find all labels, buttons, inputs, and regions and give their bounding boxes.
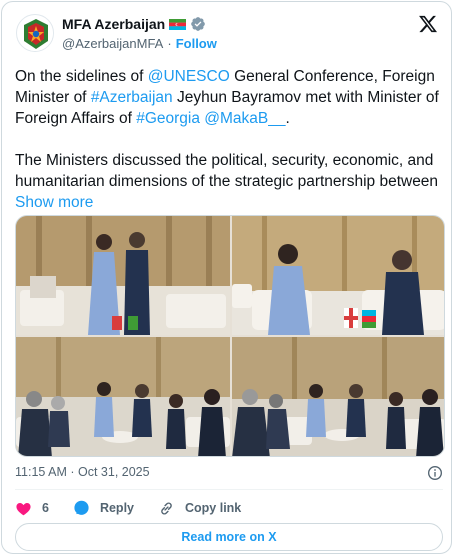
action-bar: 6 Reply Copy link — [15, 498, 265, 518]
reply-label: Reply — [99, 501, 134, 515]
x-logo-icon[interactable] — [418, 14, 438, 34]
account-handle-row: @AzerbaijanMFA · Follow — [62, 36, 217, 51]
link-icon — [161, 502, 172, 514]
like-button[interactable]: 6 — [15, 500, 49, 517]
like-count: 6 — [42, 501, 49, 515]
tweet-text: On the sidelines of @UNESCO General Conf… — [15, 66, 439, 213]
photo-grid — [15, 215, 445, 457]
tweet-paragraph-1: On the sidelines of @UNESCO General Conf… — [15, 66, 439, 129]
timestamp-row: 11:15 AM · Oct 31, 2025 — [15, 465, 443, 481]
reply-bubble-icon — [74, 500, 89, 515]
timestamp[interactable]: 11:15 AM · Oct 31, 2025 — [15, 465, 150, 479]
photo-delegation-angle[interactable] — [232, 337, 444, 456]
tweet-card: MFA Azerbaijan @AzerbaijanMFA · Follow O… — [1, 1, 452, 554]
mention-makab[interactable]: @MakaB__ — [204, 110, 285, 127]
photo-handshake[interactable] — [16, 216, 230, 335]
avatar[interactable] — [16, 14, 54, 52]
reply-button[interactable]: Reply — [73, 500, 134, 517]
divider — [15, 489, 443, 490]
account-name-row: MFA Azerbaijan — [62, 16, 206, 32]
info-icon[interactable] — [427, 465, 443, 481]
show-more-link[interactable]: Show more — [15, 194, 93, 211]
account-handle[interactable]: @AzerbaijanMFA — [62, 36, 163, 51]
verified-badge-icon — [191, 17, 206, 31]
hashtag-georgia[interactable]: #Georgia — [136, 110, 200, 127]
account-name[interactable]: MFA Azerbaijan — [62, 16, 165, 32]
photo-delegation-wide[interactable] — [16, 337, 230, 456]
azerbaijan-flag-icon — [169, 18, 187, 30]
text-segment: The Ministers discussed the political, s… — [15, 152, 439, 190]
read-more-button[interactable]: Read more on X — [15, 523, 443, 551]
copy-link-label: Copy link — [185, 501, 242, 515]
separator: · — [167, 36, 172, 51]
follow-button[interactable]: Follow — [176, 36, 217, 51]
photo-seated-pair[interactable] — [232, 216, 444, 335]
text-segment: . — [285, 110, 290, 127]
copy-link-button[interactable]: Copy link — [158, 500, 241, 517]
mention-unesco[interactable]: @UNESCO — [148, 68, 230, 85]
tweet-paragraph-2: The Ministers discussed the political, s… — [15, 150, 439, 213]
text-segment: On the sidelines of — [15, 68, 148, 85]
hashtag-azerbaijan[interactable]: #Azerbaijan — [91, 89, 173, 106]
heart-icon — [16, 502, 31, 515]
coat-of-arms-icon — [19, 17, 53, 51]
tweet-header: MFA Azerbaijan @AzerbaijanMFA · Follow — [14, 12, 442, 56]
